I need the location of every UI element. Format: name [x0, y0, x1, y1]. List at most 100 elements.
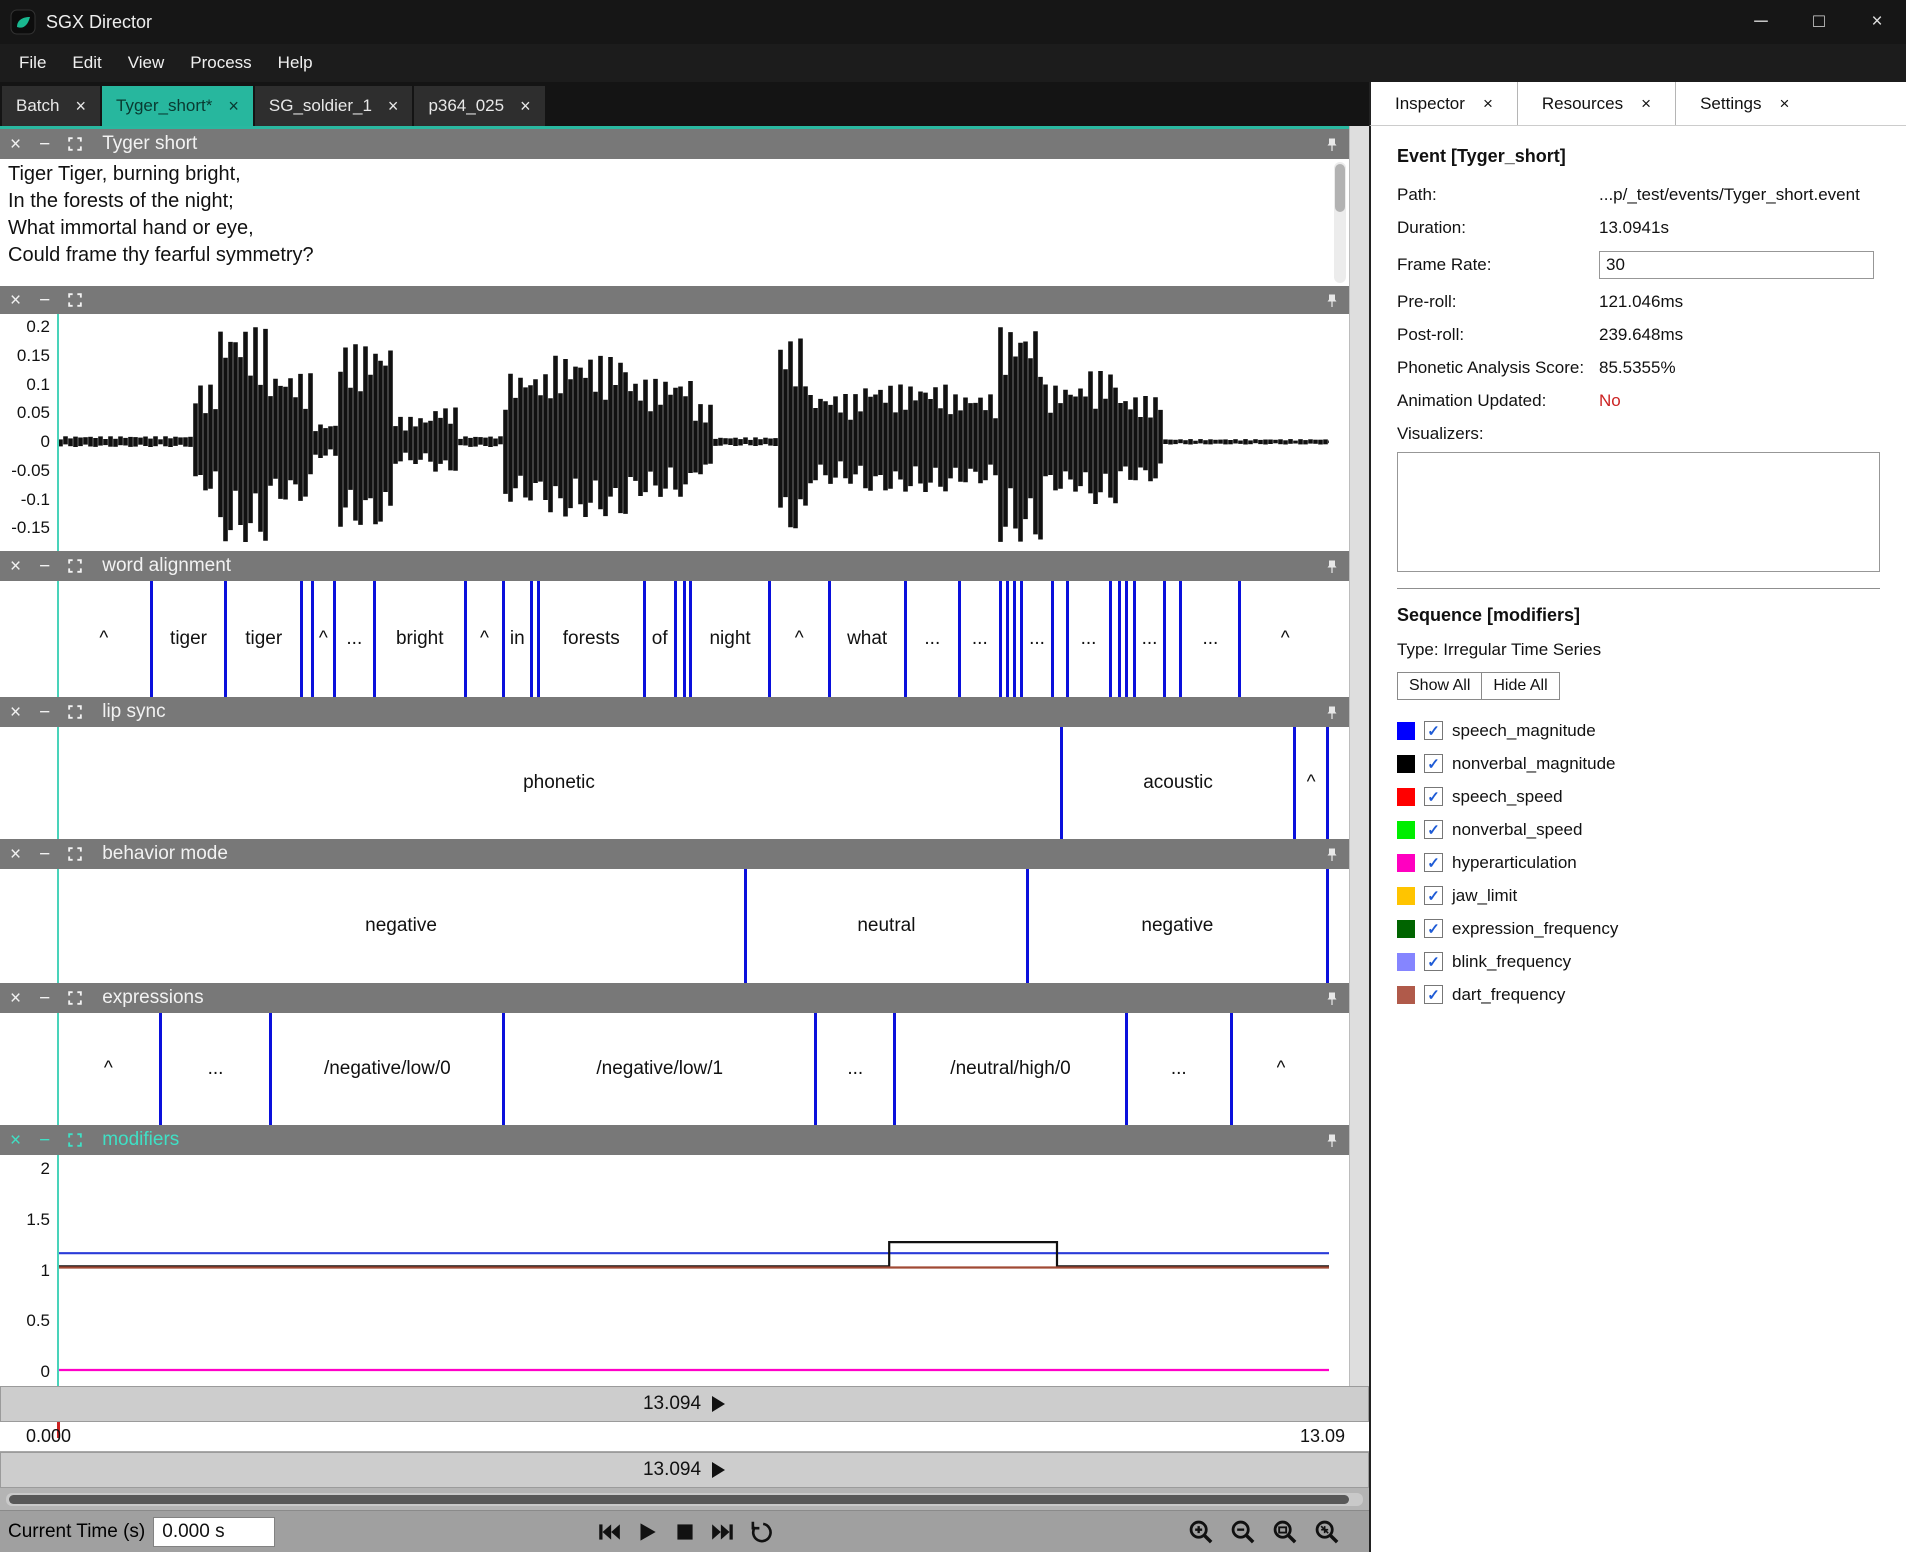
menu-help[interactable]: Help [265, 53, 326, 73]
loop-icon[interactable] [743, 1514, 779, 1550]
segment[interactable]: ... [1066, 581, 1109, 697]
segment[interactable]: ^ [464, 581, 502, 697]
segment[interactable]: /negative/low/1 [502, 1013, 814, 1125]
vertical-scrollbar[interactable] [1349, 126, 1369, 1386]
segment[interactable]: ^ [58, 581, 150, 697]
segment[interactable]: /neutral/high/0 [893, 1013, 1124, 1125]
tab-sg-soldier-1[interactable]: SG_soldier_1× [255, 86, 413, 126]
segment[interactable]: ... [159, 1013, 270, 1125]
sidebar-tab-settings[interactable]: Settings× [1675, 82, 1813, 125]
segment[interactable] [1326, 727, 1329, 839]
minimize-icon[interactable]: − [39, 703, 50, 722]
visualizers-box[interactable] [1397, 452, 1880, 572]
sidebar-tab-inspector[interactable]: Inspector× [1371, 82, 1517, 125]
series-checkbox[interactable]: ✓ [1424, 820, 1443, 839]
menu-process[interactable]: Process [177, 53, 264, 73]
scrollbar-thumb[interactable] [9, 1495, 1349, 1504]
scrollbar-thumb[interactable] [1335, 164, 1345, 212]
series-checkbox[interactable]: ✓ [1424, 721, 1443, 740]
menu-view[interactable]: View [115, 53, 178, 73]
segment[interactable]: tiger [150, 581, 225, 697]
segment[interactable] [1109, 581, 1119, 697]
hide-all-button[interactable]: Hide All [1482, 672, 1559, 700]
segment[interactable]: night [689, 581, 768, 697]
pin-icon[interactable] [1325, 293, 1339, 308]
segment[interactable]: ... [1125, 1013, 1230, 1125]
series-checkbox[interactable]: ✓ [1424, 787, 1443, 806]
close-icon[interactable]: × [10, 1131, 21, 1150]
tab-close-icon[interactable]: × [1780, 94, 1790, 114]
segment[interactable]: ^ [311, 581, 333, 697]
zoom-selection-icon[interactable] [1269, 1516, 1301, 1548]
expand-icon[interactable] [68, 847, 82, 861]
zoom-fit-icon[interactable] [1311, 1516, 1343, 1548]
segment[interactable]: of [643, 581, 674, 697]
maximize-button[interactable]: □ [1790, 0, 1848, 44]
close-icon[interactable]: × [10, 557, 21, 576]
close-button[interactable]: × [1848, 0, 1906, 44]
menu-file[interactable]: File [6, 53, 59, 73]
segment[interactable]: ^ [1238, 581, 1329, 697]
playhead[interactable] [57, 314, 59, 551]
series-checkbox[interactable]: ✓ [1424, 754, 1443, 773]
tab-close-icon[interactable]: × [228, 96, 239, 117]
segment[interactable]: ^ [58, 1013, 159, 1125]
segment[interactable] [1326, 869, 1329, 983]
segment[interactable]: ^ [768, 581, 828, 697]
close-icon[interactable]: × [10, 845, 21, 864]
zoom-in-icon[interactable] [1185, 1516, 1217, 1548]
sidebar-tab-resources[interactable]: Resources× [1517, 82, 1675, 125]
playhead[interactable] [57, 1013, 59, 1125]
segment[interactable]: acoustic [1060, 727, 1293, 839]
expand-icon[interactable] [68, 137, 82, 151]
minimize-icon[interactable]: − [39, 989, 50, 1008]
skip-start-icon[interactable] [591, 1514, 627, 1550]
pin-icon[interactable] [1325, 991, 1339, 1006]
series-checkbox[interactable]: ✓ [1424, 952, 1443, 971]
horizontal-scrollbar[interactable] [6, 1493, 1363, 1506]
segment[interactable] [999, 581, 1006, 697]
segment[interactable]: ^ [1230, 1013, 1329, 1125]
show-all-button[interactable]: Show All [1397, 672, 1482, 700]
segment[interactable]: ... [904, 581, 958, 697]
behavior-mode-body[interactable]: negativeneutralnegative [0, 869, 1349, 983]
playhead[interactable] [57, 727, 59, 839]
minimize-icon[interactable]: − [39, 845, 50, 864]
tab-close-icon[interactable]: × [75, 96, 86, 117]
word-alignment-body[interactable]: ^tigertiger^...bright^inforestsofnight^w… [0, 581, 1349, 697]
modifiers-body[interactable]: 21.510.50 [0, 1155, 1349, 1386]
playhead[interactable] [57, 869, 59, 983]
segment[interactable] [674, 581, 683, 697]
segment[interactable]: ... [1179, 581, 1238, 697]
series-checkbox[interactable]: ✓ [1424, 919, 1443, 938]
segment[interactable] [1006, 581, 1013, 697]
minimize-button[interactable]: ─ [1732, 0, 1790, 44]
tab-close-icon[interactable]: × [1641, 94, 1651, 114]
minimize-icon[interactable]: − [39, 557, 50, 576]
transcript-scrollbar[interactable] [1334, 162, 1346, 283]
pin-icon[interactable] [1325, 847, 1339, 862]
segment[interactable] [530, 581, 537, 697]
segment[interactable]: what [828, 581, 904, 697]
series-checkbox[interactable]: ✓ [1424, 886, 1443, 905]
segment[interactable]: /negative/low/0 [269, 1013, 502, 1125]
frame-rate-input[interactable] [1599, 251, 1874, 279]
expand-icon[interactable] [68, 293, 82, 307]
segment[interactable]: ... [814, 1013, 893, 1125]
time-slider-bottom[interactable]: 13.094 [0, 1452, 1369, 1488]
segment[interactable]: forests [537, 581, 643, 697]
segment[interactable]: bright [373, 581, 464, 697]
lip-sync-body[interactable]: phoneticacoustic^ [0, 727, 1349, 839]
segment[interactable]: ... [1133, 581, 1164, 697]
tab-batch[interactable]: Batch× [2, 86, 100, 126]
close-icon[interactable]: × [10, 703, 21, 722]
minimize-icon[interactable]: − [39, 1131, 50, 1150]
segment[interactable]: neutral [744, 869, 1026, 983]
segment[interactable]: ... [1020, 581, 1052, 697]
playhead[interactable] [57, 581, 59, 697]
minimize-icon[interactable]: − [39, 291, 50, 310]
play-icon[interactable] [629, 1514, 665, 1550]
close-icon[interactable]: × [10, 135, 21, 154]
segment[interactable]: ^ [1293, 727, 1326, 839]
tab-close-icon[interactable]: × [388, 96, 399, 117]
